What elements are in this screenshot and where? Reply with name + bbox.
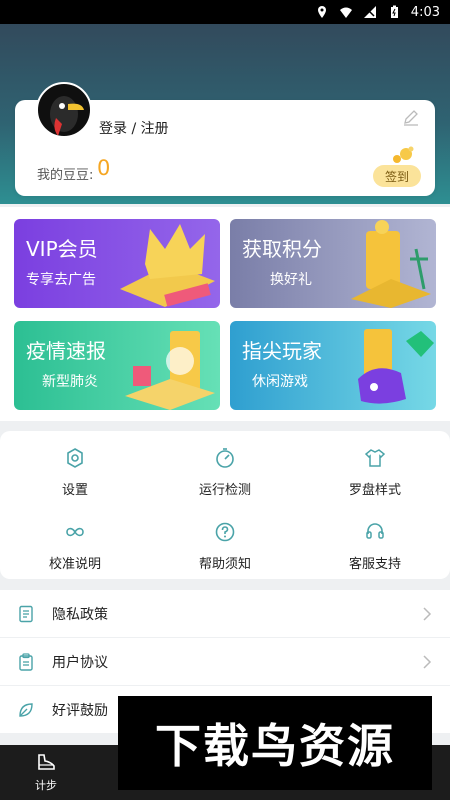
beans-value: 0 bbox=[97, 156, 111, 180]
battery-icon bbox=[390, 5, 398, 18]
leaf-icon bbox=[19, 702, 33, 717]
promo-epidemic-subtitle: 新型肺炎 bbox=[42, 374, 98, 390]
document-icon bbox=[19, 605, 33, 622]
list-item-label: 用户协议 bbox=[52, 654, 108, 671]
grid-item-support[interactable]: 客服支持 bbox=[300, 521, 450, 572]
edit-icon[interactable] bbox=[402, 109, 420, 127]
signin-button[interactable]: 签到 bbox=[373, 165, 421, 187]
promo-points-title: 获取积分 bbox=[242, 237, 322, 261]
grid-item-calibration[interactable]: 校准说明 bbox=[0, 521, 150, 572]
promo-points-card[interactable]: 获取积分 换好礼 bbox=[230, 219, 436, 308]
list-item-label: 隐私政策 bbox=[52, 606, 108, 623]
grid-label: 校准说明 bbox=[48, 557, 101, 572]
promo-game-title: 指尖玩家 bbox=[242, 339, 322, 363]
promo-vip-subtitle: 专享去广告 bbox=[26, 272, 96, 288]
avatar[interactable] bbox=[36, 82, 92, 138]
clipboard-icon bbox=[19, 652, 33, 671]
grid-label: 罗盘样式 bbox=[348, 483, 401, 498]
chevron-right-icon bbox=[423, 654, 432, 669]
status-time: 4:03 bbox=[410, 4, 440, 20]
grid-label: 帮助须知 bbox=[198, 557, 251, 572]
promo-epidemic-card[interactable]: 疫情速报 新型肺炎 bbox=[14, 321, 220, 410]
gift-points-illustration bbox=[351, 220, 431, 308]
settings-icon bbox=[67, 448, 83, 468]
grid-label: 运行检测 bbox=[198, 483, 251, 498]
epidemic-illustration bbox=[125, 331, 215, 410]
wifi-icon bbox=[339, 7, 352, 18]
vip-crown-illustration bbox=[120, 224, 215, 307]
grid-item-run-check[interactable]: 运行检测 bbox=[150, 447, 300, 498]
promo-points-subtitle: 换好礼 bbox=[270, 272, 312, 288]
watermark-overlay: 下载鸟资源 bbox=[118, 696, 432, 790]
login-register-link[interactable]: 登录 / 注册 bbox=[99, 118, 169, 138]
list-item-label: 好评鼓励 bbox=[52, 702, 108, 719]
shoe-icon bbox=[38, 754, 55, 770]
chevron-right-icon bbox=[423, 606, 432, 621]
location-icon bbox=[317, 6, 326, 18]
promo-game-subtitle: 休闲游戏 bbox=[252, 374, 308, 390]
grid-label: 客服支持 bbox=[348, 557, 401, 572]
compass-icon bbox=[216, 448, 234, 468]
shirt-icon bbox=[364, 449, 386, 467]
nav-step-label: 计步 bbox=[35, 779, 57, 792]
promo-vip-title: VIP会员 bbox=[26, 237, 98, 261]
grid-item-help[interactable]: 帮助须知 bbox=[150, 521, 300, 572]
promo-vip-card[interactable]: VIP会员 专享去广告 bbox=[14, 219, 220, 308]
grid-item-compass-style[interactable]: 罗盘样式 bbox=[300, 447, 450, 498]
headset-icon bbox=[366, 523, 384, 539]
list-item-user-agreement[interactable]: 用户协议 bbox=[0, 638, 450, 685]
grid-item-settings[interactable]: 设置 bbox=[0, 447, 150, 498]
promo-game-card[interactable]: 指尖玩家 休闲游戏 bbox=[230, 321, 436, 410]
promo-epidemic-title: 疫情速报 bbox=[26, 339, 106, 363]
list-item-privacy[interactable]: 隐私政策 bbox=[0, 590, 450, 637]
nav-step-tab[interactable]: 计步 bbox=[20, 751, 72, 793]
help-icon bbox=[215, 522, 235, 542]
beans-label: 我的豆豆: bbox=[37, 168, 94, 183]
infinity-icon bbox=[66, 527, 84, 537]
status-bar: 4:03 bbox=[0, 0, 450, 24]
signal-icon bbox=[363, 6, 376, 18]
grid-label: 设置 bbox=[61, 483, 88, 498]
gamepad-illustration bbox=[358, 329, 434, 404]
